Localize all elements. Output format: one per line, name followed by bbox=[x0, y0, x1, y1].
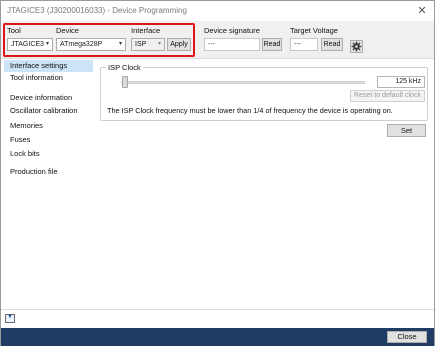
interface-label: Interface bbox=[131, 26, 161, 35]
sidebar-item-device-information[interactable]: Device information bbox=[4, 92, 93, 104]
target-voltage-label: Target Voltage bbox=[290, 26, 338, 35]
window-title: JTAGICE3 (J30200016033) - Device Program… bbox=[7, 6, 187, 15]
footer-divider bbox=[1, 309, 434, 310]
device-signature-label: Device signature bbox=[204, 26, 260, 35]
isp-clock-group: ISP Clock 125 kHz Reset to default clock… bbox=[100, 63, 428, 121]
tool-label: Tool bbox=[7, 26, 21, 35]
chevron-down-icon: ▾ bbox=[157, 41, 161, 47]
window-close-icon[interactable]: ✕ bbox=[414, 3, 430, 19]
sidebar-item-memories[interactable]: Memories bbox=[4, 120, 93, 132]
apply-button[interactable]: Apply bbox=[167, 38, 191, 51]
device-value: ATmega328P bbox=[60, 41, 103, 48]
title-bar: JTAGICE3 (J30200016033) - Device Program… bbox=[1, 1, 434, 21]
interface-settings-panel: ISP Clock 125 kHz Reset to default clock… bbox=[98, 59, 432, 309]
reset-default-clock-button[interactable]: Reset to default clock bbox=[350, 90, 425, 102]
device-dropdown[interactable]: ATmega328P ▾ bbox=[56, 38, 126, 51]
interface-dropdown[interactable]: ISP ▾ bbox=[131, 38, 165, 51]
read-signature-button[interactable]: Read bbox=[262, 38, 282, 51]
close-button[interactable]: Close bbox=[387, 331, 427, 343]
interface-value: ISP bbox=[135, 41, 147, 48]
device-label: Device bbox=[56, 26, 79, 35]
gear-icon bbox=[351, 41, 362, 52]
sidebar-nav: Interface settings Tool information Devi… bbox=[4, 59, 93, 309]
sidebar-item-fuses[interactable]: Fuses bbox=[4, 134, 93, 146]
toolbar: Tool JTAGICE3 ▾ Device ATmega328P ▾ Inte… bbox=[1, 21, 434, 59]
sidebar-item-lock-bits[interactable]: Lock bits bbox=[4, 148, 93, 160]
isp-clock-title: ISP Clock bbox=[106, 63, 143, 72]
tool-value: JTAGICE3 bbox=[11, 41, 44, 48]
bottom-bar: Close bbox=[1, 328, 434, 346]
chevron-down-icon: ▾ bbox=[45, 41, 49, 47]
sidebar-item-tool-information[interactable]: Tool information bbox=[4, 72, 93, 84]
isp-clock-slider-thumb[interactable] bbox=[122, 76, 128, 88]
isp-clock-value-input[interactable]: 125 kHz bbox=[377, 76, 425, 88]
sidebar-item-interface-settings[interactable]: Interface settings bbox=[4, 60, 93, 72]
expand-log-button[interactable]: ▼ bbox=[5, 314, 15, 323]
sidebar-item-production-file[interactable]: Production file bbox=[4, 166, 93, 178]
target-voltage-field: --- bbox=[290, 38, 318, 51]
chevron-down-icon: ▼ bbox=[7, 314, 13, 320]
settings-button[interactable] bbox=[350, 40, 363, 53]
set-button[interactable]: Set bbox=[387, 124, 426, 137]
device-signature-field: --- bbox=[204, 38, 260, 51]
isp-clock-note: The ISP Clock frequency must be lower th… bbox=[107, 106, 393, 115]
device-programming-window: JTAGICE3 (J30200016033) - Device Program… bbox=[0, 0, 435, 346]
tool-dropdown[interactable]: JTAGICE3 ▾ bbox=[7, 38, 53, 51]
chevron-down-icon: ▾ bbox=[118, 41, 122, 47]
isp-clock-slider-track[interactable] bbox=[121, 81, 365, 84]
sidebar-item-oscillator-calibration[interactable]: Oscillator calibration bbox=[4, 105, 93, 117]
read-voltage-button[interactable]: Read bbox=[321, 38, 343, 51]
